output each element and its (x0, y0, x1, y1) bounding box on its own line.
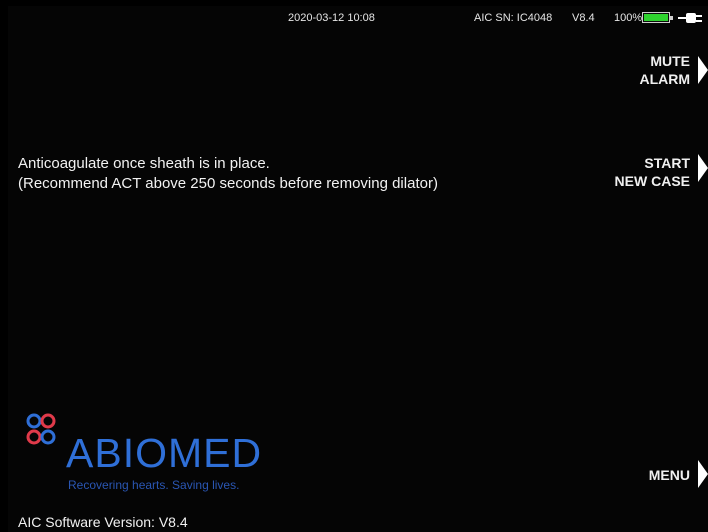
battery-fill (644, 14, 668, 21)
menu-label: MENU (648, 467, 690, 483)
start-label-line-2: NEW CASE (614, 173, 690, 189)
mute-alarm-arrow-icon[interactable] (698, 56, 708, 84)
start-new-case-arrow-icon[interactable] (698, 154, 708, 182)
software-version: AIC Software Version: V8.4 (18, 514, 188, 530)
logo-tagline: Recovering hearts. Saving lives. (68, 478, 240, 492)
aic-screen: 2020-03-12 10:08 AIC SN: IC4048 V8.4 100… (8, 6, 708, 532)
abiomed-logo-icon (26, 413, 56, 445)
battery-icon (642, 12, 673, 23)
status-bar: 2020-03-12 10:08 AIC SN: IC4048 V8.4 100… (8, 6, 708, 30)
menu-arrow-icon[interactable] (698, 460, 708, 488)
start-new-case-button[interactable]: START NEW CASE (615, 154, 690, 190)
serial-number: AIC SN: IC4048 (474, 12, 553, 24)
status-version: V8.4 (572, 12, 595, 24)
start-label-line-1: START (644, 155, 690, 171)
battery-terminal (670, 16, 673, 20)
battery-percent: 100% (614, 12, 643, 24)
message-line-2: (Recommend ACT above 250 seconds before … (18, 175, 438, 192)
datetime: 2020-03-12 10:08 (288, 12, 375, 24)
instruction-message: Anticoagulate once sheath is in place. (… (18, 154, 438, 194)
logo-wordmark: ABIOMED (66, 430, 263, 476)
mute-label-line-2: ALARM (639, 71, 690, 87)
abiomed-logo: ABIOMED Recovering hearts. Saving lives. (26, 412, 276, 502)
message-line-1: Anticoagulate once sheath is in place. (18, 155, 270, 172)
power-plug-icon (678, 13, 702, 23)
mute-label-line-1: MUTE (650, 53, 690, 69)
menu-button[interactable]: MENU (649, 466, 690, 484)
mute-alarm-button[interactable]: MUTE ALARM (639, 52, 690, 88)
